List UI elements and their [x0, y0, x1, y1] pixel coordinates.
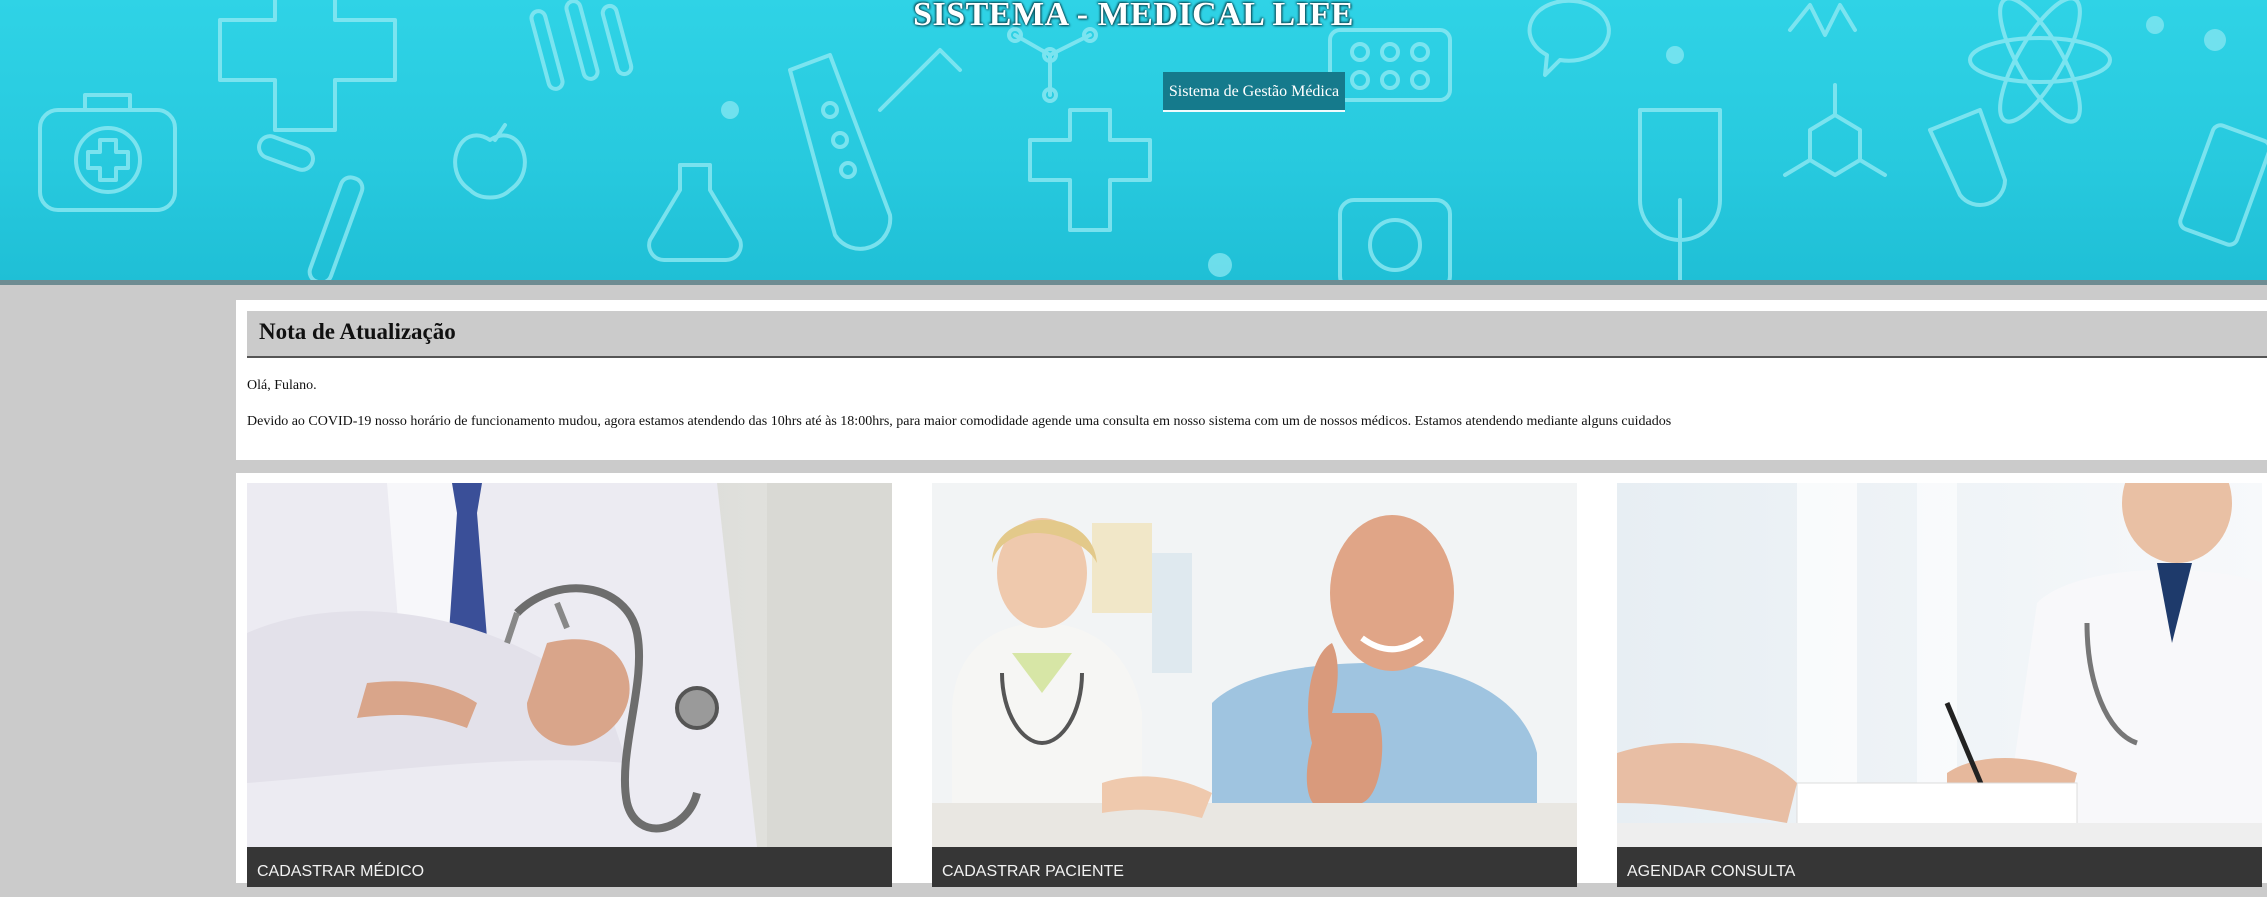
doctor-and-patient-image — [932, 483, 1577, 847]
update-note-header: Nota de Atualização — [247, 311, 2267, 358]
site-title: SISTEMA - MEDICAL LIFE — [913, 0, 1354, 33]
header-banner: SISTEMA - MEDICAL LIFE Sistema de Gestão… — [0, 0, 2267, 285]
doctor-with-stethoscope-image — [247, 483, 892, 847]
update-note-panel: Nota de Atualização Olá, Fulano. Devido … — [236, 300, 2267, 460]
update-note-greeting: Olá, Fulano. — [247, 378, 317, 393]
card-register-patient[interactable]: CADASTRAR PACIENTE — [932, 483, 1577, 887]
card-register-patient-label: CADASTRAR PACIENTE — [932, 847, 1577, 887]
update-note-message: Devido ao COVID-19 nosso horário de func… — [247, 414, 1672, 429]
card-schedule-appointment-label: AGENDAR CONSULTA — [1617, 847, 2262, 887]
update-note-title: Nota de Atualização — [259, 319, 456, 344]
medical-doodle-pattern — [38, 0, 2267, 280]
card-register-doctor-label: CADASTRAR MÉDICO — [247, 847, 892, 887]
doctor-writing-image — [1617, 483, 2262, 847]
action-cards-panel: CADASTRAR MÉDICO CADASTRAR PACIENTE AGEN… — [236, 473, 2267, 887]
card-register-doctor[interactable]: CADASTRAR MÉDICO — [247, 483, 892, 887]
card-schedule-appointment[interactable]: AGENDAR CONSULTA — [1617, 483, 2262, 887]
system-subtitle-button[interactable]: Sistema de Gestão Médica — [1163, 72, 1345, 112]
